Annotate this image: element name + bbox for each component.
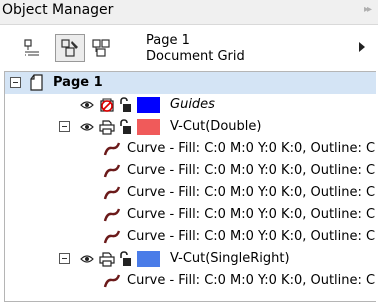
visibility-eye-icon[interactable] [80,254,94,264]
expand-panel-icon[interactable]: ▸▸ [364,4,372,15]
lock-open-icon[interactable] [118,251,132,267]
tree-row-object[interactable]: Curve - Fill: C:0 M:0 Y:0 K:0, Outline: … [5,160,376,182]
active-page-label: Page 1 Document Grid [146,33,245,65]
show-object-properties-icon [61,39,78,57]
page-layer-name: Document Grid [146,49,245,64]
collapse-toggle[interactable] [59,121,70,132]
collapse-toggle[interactable] [59,253,70,264]
panel-title-bar: Object Manager ▸▸ [0,0,378,25]
object-label: Curve - Fill: C:0 M:0 Y:0 K:0, Outline: … [127,163,376,178]
show-properties-icon [24,39,39,56]
printer-icon[interactable] [99,119,115,135]
layer-color-swatch[interactable] [137,119,160,135]
tree-row-object[interactable]: Curve - Fill: C:0 M:0 Y:0 K:0, Outline: … [5,138,376,160]
printer-icon[interactable] [99,251,115,267]
page-label: Page 1 [53,75,103,90]
tree-row-object[interactable]: Curve - Fill: C:0 M:0 Y:0 K:0, Outline: … [5,226,376,248]
tree-row-object[interactable]: Curve - Fill: C:0 M:0 Y:0 K:0, Outline: … [5,204,376,226]
collapse-toggle[interactable] [10,77,21,88]
lock-open-icon[interactable] [118,119,132,135]
tree-row-page[interactable]: Page 1 [5,72,376,94]
curve-icon [103,208,121,222]
layer-label: Guides [170,97,215,112]
tree-row-object[interactable]: Curve - Fill: C:0 M:0 Y:0 K:0, Outline: … [5,270,376,292]
object-label: Curve - Fill: C:0 M:0 Y:0 K:0, Outline: … [127,229,376,244]
curve-icon [103,164,121,178]
object-label: Curve - Fill: C:0 M:0 Y:0 K:0, Outline: … [127,273,376,288]
layer-label: V-Cut(SingleRight) [170,251,290,266]
curve-icon [103,274,121,288]
layer-color-swatch[interactable] [137,251,160,267]
object-tree: Page 1 Guides V-Cut(Double) Curve - Fill… [4,71,376,302]
object-properties-button[interactable] [55,34,85,62]
tree-row-layer[interactable]: V-Cut(Double) [5,116,376,138]
object-label: Curve - Fill: C:0 M:0 Y:0 K:0, Outline: … [127,141,376,156]
curve-icon [103,142,121,156]
object-label: Curve - Fill: C:0 M:0 Y:0 K:0, Outline: … [127,185,376,200]
curve-icon [103,230,121,244]
tree-row-object[interactable]: Curve - Fill: C:0 M:0 Y:0 K:0, Outline: … [5,182,376,204]
flyout-arrow-icon[interactable] [359,42,365,52]
object-label: Curve - Fill: C:0 M:0 Y:0 K:0, Outline: … [127,207,376,222]
layer-manager-view-icon [92,39,110,57]
layer-manager-view-button[interactable] [86,34,116,62]
guides-layer-icon[interactable] [99,97,115,113]
panel-title: Object Manager [2,2,114,18]
object-manager-toolbar: Page 1 Document Grid [0,25,378,70]
layer-color-swatch[interactable] [137,97,160,113]
curve-icon [103,186,121,200]
show-properties-button[interactable] [17,34,47,62]
tree-row-layer[interactable]: Guides [5,94,376,116]
layer-label: V-Cut(Double) [170,119,262,134]
tree-row-layer[interactable]: V-Cut(SingleRight) [5,248,376,270]
lock-open-icon[interactable] [118,97,132,113]
visibility-eye-icon[interactable] [80,122,94,132]
page-name: Page 1 [146,33,190,48]
visibility-eye-icon[interactable] [80,100,94,110]
page-icon [30,74,43,91]
